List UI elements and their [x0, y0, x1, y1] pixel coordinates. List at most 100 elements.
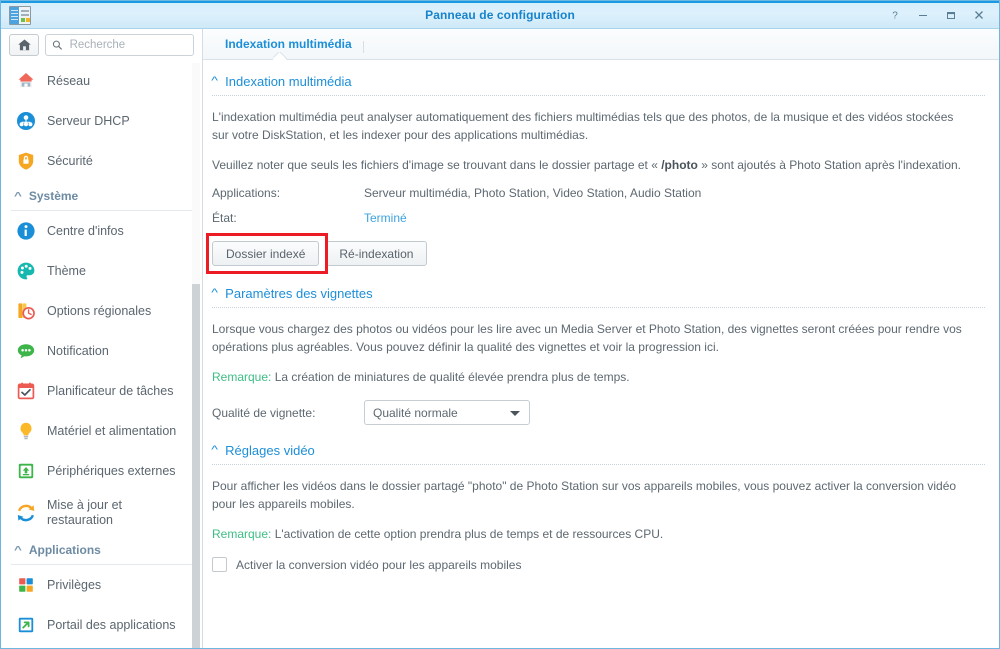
- sidebar: Réseau Serveur DHCP: [1, 29, 203, 648]
- sidebar-item-label: Privilèges: [47, 577, 102, 592]
- state-row: État: Terminé: [212, 211, 985, 225]
- indexing-paragraph-2-pre: Veuillez noter que seuls les fichiers d'…: [212, 158, 662, 172]
- chevron-up-icon: ^: [211, 75, 218, 87]
- home-icon: [17, 39, 31, 51]
- external-device-icon: [15, 460, 37, 482]
- chevron-up-icon: ^: [211, 287, 218, 299]
- sidebar-item-label: Portail des applications: [47, 617, 176, 632]
- reindex-button[interactable]: Ré-indexation: [325, 241, 428, 266]
- search-icon: [52, 40, 62, 50]
- sidebar-item-options-regionales[interactable]: Options régionales: [1, 291, 202, 331]
- window-controls: ?: [881, 1, 993, 29]
- note-label: Remarque:: [212, 527, 272, 541]
- section-title: Paramètres des vignettes: [225, 286, 373, 301]
- calendar-check-icon: [15, 380, 37, 402]
- home-button[interactable]: [9, 34, 39, 56]
- info-icon: [15, 220, 37, 242]
- photo-folder-path: /photo: [661, 158, 698, 172]
- sidebar-item-label: Réseau: [47, 73, 91, 88]
- speech-bubble-icon: [15, 340, 37, 362]
- window-title: Panneau de configuration: [425, 8, 575, 22]
- sidebar-item-notification[interactable]: Notification: [1, 331, 202, 371]
- shield-icon: [15, 150, 37, 172]
- chevron-up-icon: ^: [13, 191, 22, 202]
- sidebar-group-systeme[interactable]: ^ Système: [1, 181, 202, 211]
- video-paragraph-1: Pour afficher les vidéos dans le dossier…: [212, 479, 957, 511]
- minimize-icon[interactable]: [909, 1, 937, 29]
- section-title: Indexation multimédia: [225, 74, 352, 89]
- regional-clock-icon: [15, 300, 37, 322]
- thumbnails-note: Remarque: La création de miniatures de q…: [212, 368, 985, 386]
- video-conversion-checkbox-row[interactable]: Activer la conversion vidéo pour les app…: [212, 557, 985, 572]
- status-badge: Terminé: [364, 211, 407, 225]
- sidebar-group-applications[interactable]: ^ Applications: [1, 535, 202, 565]
- applications-value: Serveur multimédia, Photo Station, Video…: [364, 186, 702, 200]
- section-header-video[interactable]: ^ Réglages vidéo: [211, 443, 985, 465]
- network-house-icon: [15, 70, 37, 92]
- section-title: Réglages vidéo: [225, 443, 315, 458]
- sidebar-item-portail-des-applications[interactable]: Portail des applications: [1, 605, 202, 645]
- sidebar-item-materiel-et-alimentation[interactable]: Matériel et alimentation: [1, 411, 202, 451]
- dhcp-server-icon: [15, 110, 37, 132]
- sidebar-item-reseau[interactable]: Réseau: [1, 61, 202, 101]
- sidebar-item-securite[interactable]: Sécurité: [1, 141, 202, 181]
- applications-row: Applications: Serveur multimédia, Photo …: [212, 186, 985, 200]
- control-panel-icon: [9, 5, 31, 25]
- note-text: L'activation de cette option prendra plu…: [271, 527, 664, 541]
- sidebar-item-label: Serveur DHCP: [47, 113, 130, 128]
- sidebar-item-label: Notification: [47, 343, 109, 358]
- sidebar-item-label: Matériel et alimentation: [47, 423, 177, 438]
- thumbnail-quality-select[interactable]: Qualité normale: [364, 400, 530, 425]
- sidebar-item-label: Planificateur de tâches: [47, 383, 174, 398]
- thumbnails-paragraph-1: Lorsque vous chargez des photos ou vidéo…: [212, 322, 962, 354]
- help-icon[interactable]: ?: [881, 1, 909, 29]
- sidebar-item-label: Périphériques externes: [47, 463, 176, 478]
- thumbnail-quality-row: Qualité de vignette: Qualité normale: [212, 400, 985, 425]
- sidebar-toolbar: [1, 29, 202, 61]
- sidebar-item-privileges[interactable]: Privilèges: [1, 565, 202, 605]
- video-note: Remarque: L'activation de cette option p…: [212, 525, 985, 543]
- window-titlebar: Panneau de configuration ?: [1, 1, 999, 29]
- sidebar-item-serveur-dhcp[interactable]: Serveur DHCP: [1, 101, 202, 141]
- sidebar-group-label: Système: [28, 189, 79, 203]
- thumbnail-quality-label: Qualité de vignette:: [212, 405, 316, 420]
- sidebar-nav-list: Réseau Serveur DHCP Sécurité ^ Système C…: [1, 61, 202, 648]
- tab-indexation-multimedia[interactable]: Indexation multimédia: [213, 37, 364, 59]
- main-panel: Indexation multimédia ^ Indexation multi…: [203, 29, 999, 648]
- svg-text:?: ?: [892, 11, 898, 22]
- tab-active-pointer: [273, 52, 287, 60]
- app-portal-arrow-icon: [15, 614, 37, 636]
- state-label: État:: [212, 211, 237, 225]
- sidebar-scrollbar-thumb[interactable]: [192, 284, 200, 648]
- sidebar-group-label: Applications: [28, 543, 101, 557]
- sidebar-item-peripheriques-externes[interactable]: Périphériques externes: [1, 451, 202, 491]
- squares-icon: [15, 574, 37, 596]
- content-area: ^ Indexation multimédia L'indexation mul…: [203, 60, 999, 648]
- palette-icon: [15, 260, 37, 282]
- indexing-paragraph-2: Veuillez noter que seuls les fichiers d'…: [212, 156, 972, 174]
- sidebar-item-planificateur-de-taches[interactable]: Planificateur de tâches: [1, 371, 202, 411]
- sidebar-item-label: Options régionales: [47, 303, 152, 318]
- sidebar-item-label: Thème: [47, 263, 86, 278]
- close-icon[interactable]: [965, 1, 993, 29]
- note-label: Remarque:: [212, 370, 272, 384]
- chevron-down-icon: [510, 410, 520, 416]
- section-header-vignettes[interactable]: ^ Paramètres des vignettes: [211, 286, 985, 308]
- video-conversion-checkbox[interactable]: [212, 557, 227, 572]
- search-input[interactable]: [67, 38, 187, 52]
- sidebar-item-label: Sécurité: [47, 153, 93, 168]
- indexed-folder-button[interactable]: Dossier indexé: [212, 241, 320, 266]
- control-panel-window: Panneau de configuration ? Recherche Rés…: [0, 0, 1000, 649]
- indexing-paragraph-2-post: » sont ajoutés à Photo Station après l'i…: [697, 158, 962, 172]
- search-box[interactable]: [45, 34, 194, 56]
- sidebar-item-centre-dinfos[interactable]: Centre d'infos: [1, 211, 202, 251]
- thumbnail-quality-value: Qualité normale: [373, 405, 458, 420]
- section-header-indexation[interactable]: ^ Indexation multimédia: [211, 74, 985, 96]
- update-refresh-icon: [15, 502, 37, 524]
- tab-bar: Indexation multimédia: [203, 29, 999, 60]
- note-text: La création de miniatures de qualité éle…: [271, 370, 630, 384]
- sidebar-item-theme[interactable]: Thème: [1, 251, 202, 291]
- sidebar-item-mise-a-jour-et-restauration[interactable]: Mise à jour et restauration: [1, 491, 202, 535]
- maximize-icon[interactable]: [937, 1, 965, 29]
- chevron-up-icon: ^: [211, 444, 218, 456]
